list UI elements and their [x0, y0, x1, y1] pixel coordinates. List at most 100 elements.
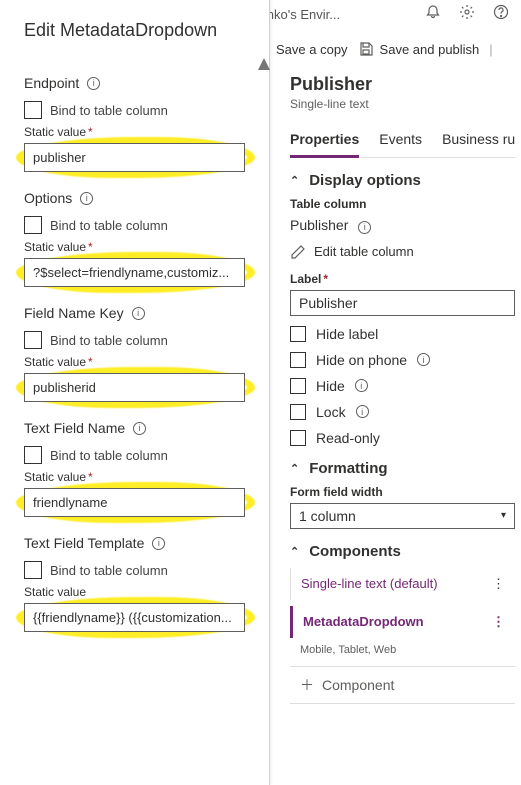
hide-phone-checkbox[interactable] [290, 352, 306, 368]
pencil-icon [290, 244, 306, 260]
endpoint-bind-checkbox[interactable] [24, 101, 42, 119]
options-input[interactable]: ?$select=friendlyname,customiz... [24, 258, 245, 287]
options-label: Options [24, 190, 72, 206]
bind-label: Bind to table column [50, 218, 168, 233]
component-metadatadropdown[interactable]: MetadataDropdown ⋮ [290, 606, 515, 638]
tab-properties[interactable]: Properties [290, 127, 359, 158]
static-value-label: Static value [24, 470, 86, 484]
components-toggle[interactable]: ⌃ Components [290, 543, 515, 560]
help-icon[interactable] [493, 4, 509, 20]
static-value-label: Static value [24, 585, 86, 599]
textfieldtemplate-bind-checkbox[interactable] [24, 561, 42, 579]
bind-label: Bind to table column [50, 333, 168, 348]
textfieldname-input[interactable]: friendlyname [24, 488, 245, 517]
edit-column-label: Edit table column [314, 244, 414, 259]
textfieldtemplate-input[interactable]: {{friendlyname}} ({{customization... [24, 603, 245, 632]
label-field-label: Label [290, 272, 321, 286]
info-icon[interactable]: i [132, 307, 145, 320]
display-options-toggle[interactable]: ⌃ Display options [290, 172, 515, 189]
table-column-label: Table column [290, 197, 515, 211]
panel-title: Publisher [290, 74, 515, 95]
textfieldtemplate-label: Text Field Template [24, 535, 144, 551]
save-publish-button[interactable]: Save and publish [358, 41, 480, 57]
info-icon[interactable]: i [358, 221, 371, 234]
static-value-label: Static value [24, 240, 86, 254]
label-input[interactable]: Publisher [290, 290, 515, 316]
static-value-label: Static value [24, 125, 86, 139]
save-copy-label: Save a copy [276, 42, 348, 57]
info-icon[interactable]: i [133, 422, 146, 435]
group-formatting: ⌃ Formatting Form field width 1 column ▾ [290, 460, 515, 529]
add-component-button[interactable]: ＋ Component [290, 666, 515, 704]
tabs: Properties Events Business rul [290, 121, 515, 158]
section-endpoint: Endpoint i Bind to table column Static v… [24, 75, 245, 172]
readonly-checkbox[interactable] [290, 430, 306, 446]
form-width-dropdown[interactable]: 1 column ▾ [290, 503, 515, 529]
bind-label: Bind to table column [50, 448, 168, 463]
command-bar: Save a copy Save and publish | [270, 32, 521, 66]
textfieldname-bind-checkbox[interactable] [24, 446, 42, 464]
hide-label-text: Hide label [316, 326, 378, 342]
component-metadata-label: MetadataDropdown [303, 614, 424, 629]
fieldnamekey-input[interactable]: publisherid [24, 373, 245, 402]
left-panel-title: Edit MetadataDropdown [0, 0, 269, 53]
tab-business-rules[interactable]: Business rul [442, 127, 515, 157]
chevron-down-icon: ▾ [501, 510, 506, 521]
info-icon[interactable]: i [80, 192, 93, 205]
floppy-icon [358, 41, 374, 57]
add-component-label: Component [322, 677, 394, 693]
cmd-divider: | [489, 42, 492, 57]
left-panel: Edit MetadataDropdown Endpoint i Bind to… [0, 0, 270, 785]
hide-label-checkbox[interactable] [290, 326, 306, 342]
formatting-toggle[interactable]: ⌃ Formatting [290, 460, 515, 477]
save-copy-button[interactable]: Save a copy [276, 42, 348, 57]
component-clients: Mobile, Tablet, Web [290, 644, 515, 656]
component-singleline[interactable]: Single-line text (default) ⋮ [290, 568, 515, 600]
section-options: Options i Bind to table column Static va… [24, 190, 245, 287]
info-icon[interactable]: i [355, 379, 368, 392]
display-options-label: Display options [309, 172, 421, 189]
endpoint-input[interactable]: publisher [24, 143, 245, 172]
chevron-down-icon: ⌃ [290, 545, 299, 558]
info-icon[interactable]: i [356, 405, 369, 418]
chevron-down-icon: ⌃ [290, 174, 299, 187]
form-width-value: 1 column [299, 508, 356, 524]
gear-icon[interactable] [459, 4, 475, 20]
hide-checkbox[interactable] [290, 378, 306, 394]
group-display-options: ⌃ Display options Table column Publisher… [290, 172, 515, 446]
options-bind-checkbox[interactable] [24, 216, 42, 234]
kebab-icon[interactable]: ⋮ [492, 576, 505, 592]
static-value-label: Static value [24, 355, 86, 369]
textfieldname-label: Text Field Name [24, 420, 125, 436]
endpoint-label: Endpoint [24, 75, 79, 91]
info-icon[interactable]: i [152, 537, 165, 550]
tab-events[interactable]: Events [379, 127, 422, 157]
formatting-label: Formatting [309, 460, 387, 477]
bell-icon[interactable] [425, 4, 441, 20]
section-textfieldname: Text Field Name i Bind to table column S… [24, 420, 245, 517]
bind-label: Bind to table column [50, 563, 168, 578]
group-components: ⌃ Components Single-line text (default) … [290, 543, 515, 704]
info-icon[interactable]: i [417, 353, 430, 366]
fieldnamekey-label: Field Name Key [24, 305, 124, 321]
panel-subtitle: Single-line text [290, 97, 515, 111]
table-column-value: Publisher [290, 217, 348, 233]
components-label: Components [309, 543, 401, 560]
component-singleline-label: Single-line text (default) [301, 576, 438, 591]
plus-icon: ＋ [300, 675, 314, 695]
hide-phone-text: Hide on phone [316, 352, 407, 368]
bind-label: Bind to table column [50, 103, 168, 118]
edit-table-column-link[interactable]: Edit table column [290, 244, 515, 260]
info-icon[interactable]: i [87, 77, 100, 90]
save-publish-label: Save and publish [380, 42, 480, 57]
properties-panel: Publisher Single-line text Properties Ev… [290, 68, 515, 785]
section-textfieldtemplate: Text Field Template i Bind to table colu… [24, 535, 245, 632]
lock-text: Lock [316, 404, 346, 420]
kebab-icon[interactable]: ⋮ [492, 614, 505, 630]
lock-checkbox[interactable] [290, 404, 306, 420]
section-fieldnamekey: Field Name Key i Bind to table column St… [24, 305, 245, 402]
chevron-down-icon: ⌃ [290, 462, 299, 475]
form-width-label: Form field width [290, 485, 515, 499]
fieldnamekey-bind-checkbox[interactable] [24, 331, 42, 349]
readonly-text: Read-only [316, 430, 380, 446]
